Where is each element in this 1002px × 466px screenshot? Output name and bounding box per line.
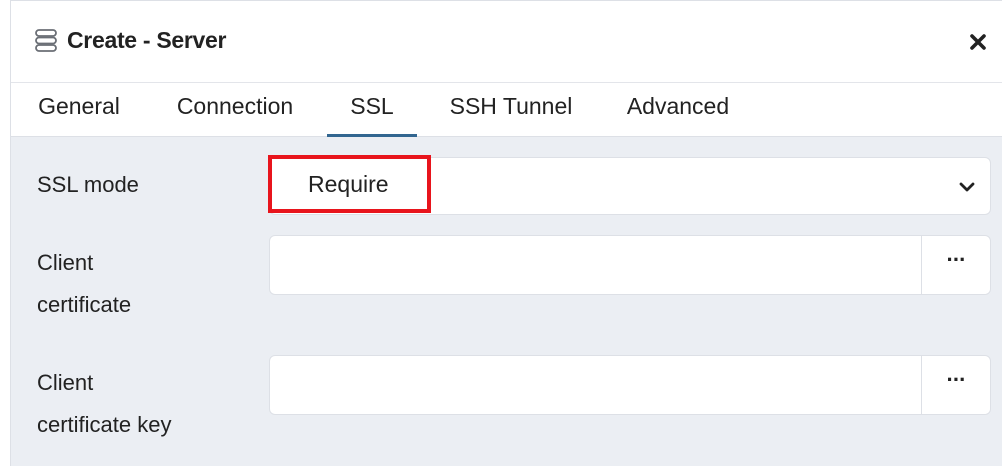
tab-label: SSL <box>350 93 394 119</box>
ssl-mode-select[interactable]: Require <box>269 157 991 215</box>
tab-label: SSH Tunnel <box>449 93 573 119</box>
client-certificate-key-field: ··· <box>269 355 991 415</box>
close-icon <box>970 34 986 50</box>
client-certificate-label-line1: Client <box>37 250 94 275</box>
tab-label: Connection <box>176 93 294 119</box>
client-certificate-label-line2: certificate <box>37 292 132 317</box>
tab-general[interactable]: General <box>29 83 129 137</box>
tab-ssh-tunnel[interactable]: SSH Tunnel <box>431 83 591 137</box>
dialog-titlebar: Create - Server <box>11 1 1002 83</box>
client-certificate-key-label-line2: certificate key <box>37 412 172 437</box>
client-certificate-browse-button[interactable]: ··· <box>921 236 990 294</box>
ellipsis-icon: ··· <box>946 247 967 272</box>
tab-label: General <box>38 93 120 119</box>
tab-advanced[interactable]: Advanced <box>609 83 747 137</box>
chevron-down-icon <box>959 182 975 192</box>
client-certificate-key-label-line1: Client <box>37 370 94 395</box>
ssl-mode-label: SSL mode <box>37 172 139 197</box>
client-certificate-input[interactable] <box>270 236 922 294</box>
ellipsis-icon: ··· <box>946 367 967 392</box>
client-certificate-label: Client certificate <box>37 247 131 321</box>
dialog-title: Create - Server <box>67 27 227 53</box>
close-button[interactable] <box>964 28 992 56</box>
client-certificate-key-input[interactable] <box>270 356 922 414</box>
server-icon <box>35 29 57 52</box>
ssl-tab-panel: SSL mode Require Client certificate ··· … <box>11 137 1002 466</box>
client-certificate-key-browse-button[interactable]: ··· <box>921 356 990 414</box>
tab-ssl[interactable]: SSL <box>327 83 417 137</box>
tab-label: Advanced <box>626 93 730 119</box>
tab-bar: General Connection SSL SSH Tunnel Advanc… <box>11 83 1002 137</box>
create-server-dialog: Create - Server General Connection SSL S… <box>10 0 1002 466</box>
tab-connection[interactable]: Connection <box>161 83 309 137</box>
client-certificate-field: ··· <box>269 235 991 295</box>
client-certificate-key-label: Client certificate key <box>37 367 172 441</box>
ssl-mode-value: Require <box>308 171 389 197</box>
